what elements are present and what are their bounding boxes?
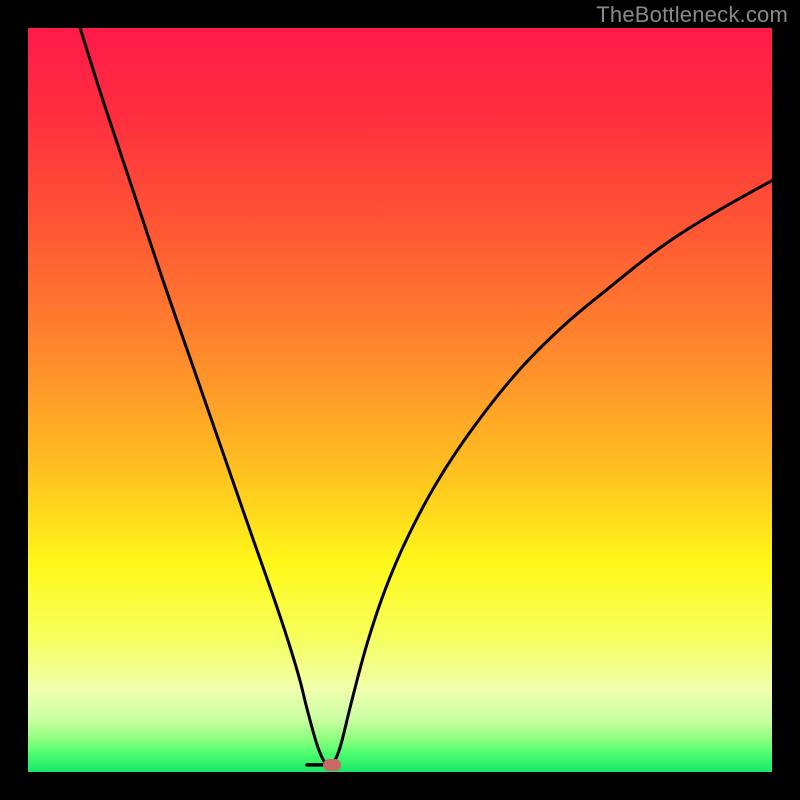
plot-area [28,28,772,772]
watermark-label: TheBottleneck.com [596,2,788,28]
optimal-point-marker [323,759,341,771]
chart-stage: TheBottleneck.com [0,0,800,800]
bottleneck-curve [28,28,772,772]
